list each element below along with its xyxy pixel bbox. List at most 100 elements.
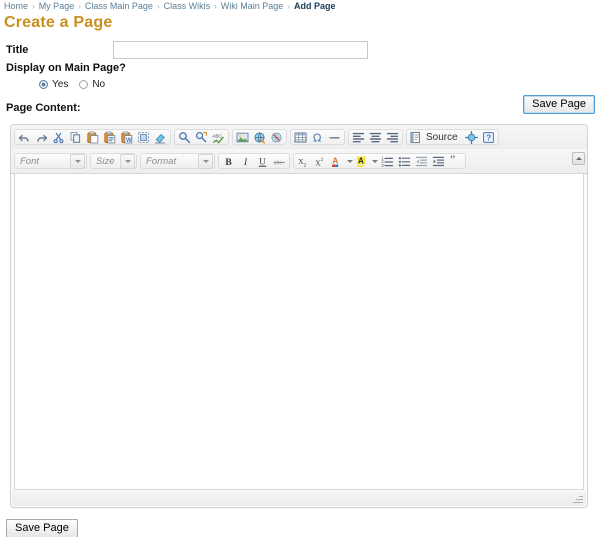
svg-text:?: ? <box>486 133 491 142</box>
size-select-value: Size <box>96 155 115 167</box>
breadcrumb-item-class-wikis[interactable]: Class Wikis <box>164 1 211 11</box>
select-all-icon[interactable] <box>135 130 152 145</box>
strikethrough-icon[interactable]: abc <box>271 154 288 169</box>
breadcrumb-separator: › <box>78 2 81 11</box>
background-color-dropdown-arrow[interactable] <box>371 154 379 169</box>
image-icon[interactable] <box>234 130 251 145</box>
bold-icon[interactable]: B <box>220 154 237 169</box>
breadcrumb-separator: › <box>156 2 160 11</box>
toolbar-group-6: Source? <box>406 129 499 145</box>
table-icon[interactable] <box>292 130 309 145</box>
svg-text:Ω: Ω <box>313 131 321 143</box>
editor-content-frame <box>14 173 584 490</box>
format-select-value: Format <box>146 155 177 167</box>
editor-status-bar <box>12 491 586 506</box>
source-label: Source <box>426 131 458 143</box>
display-on-main-page-label: Display on Main Page? <box>6 62 126 74</box>
italic-icon[interactable]: I <box>237 154 254 169</box>
chevron-down-icon[interactable] <box>70 153 85 169</box>
toolbar-group-5 <box>348 129 403 145</box>
remove-format-icon[interactable] <box>152 130 169 145</box>
breadcrumb-separator: › <box>287 2 290 11</box>
radio-no[interactable] <box>79 80 89 89</box>
toolbar-collapse-button[interactable] <box>572 152 585 165</box>
subscript-icon[interactable]: X2 <box>295 154 312 169</box>
svg-text:abc: abc <box>274 160 283 166</box>
svg-text:2: 2 <box>321 158 324 163</box>
toolbar-group-2: ABC <box>174 129 229 145</box>
svg-text:W: W <box>126 138 132 144</box>
link-icon[interactable] <box>251 130 268 145</box>
text-color-icon[interactable]: A <box>329 154 346 169</box>
display-on-main-page-radio-group: Yes No <box>39 79 116 90</box>
svg-text:A: A <box>358 156 364 165</box>
outdent-icon[interactable] <box>413 154 430 169</box>
breadcrumb-item-add-page: Add Page <box>293 1 336 11</box>
svg-text:3: 3 <box>381 162 384 167</box>
format-select[interactable]: Format <box>140 153 215 169</box>
toolbar-group-3 <box>232 129 287 145</box>
breadcrumb-item-my-page[interactable]: My Page <box>39 1 75 11</box>
source-button[interactable]: Source <box>408 130 463 145</box>
align-center-icon[interactable] <box>367 130 384 145</box>
svg-text:”: ” <box>450 155 455 166</box>
superscript-icon[interactable]: X2 <box>312 154 329 169</box>
bulleted-list-icon[interactable] <box>396 154 413 169</box>
svg-text:2: 2 <box>304 163 307 167</box>
radio-yes[interactable] <box>39 80 48 89</box>
undo-icon[interactable] <box>16 130 33 145</box>
rich-text-editor: W ABC Ω Source? Font Size Format B I Uabc X 2 X 2 A A 1… <box>10 124 588 508</box>
page-content-label: Page Content: <box>6 102 81 114</box>
breadcrumb-separator: › <box>214 2 217 11</box>
editor-toolbar-row-1: W ABC Ω Source? <box>11 125 587 149</box>
paste-icon[interactable] <box>84 130 101 145</box>
breadcrumb-item-class-main-page[interactable]: Class Main Page <box>85 1 153 11</box>
cut-icon[interactable] <box>50 130 67 145</box>
editor-content-body[interactable] <box>15 174 583 489</box>
save-page-button-top[interactable]: Save Page <box>523 95 595 114</box>
unlink-icon[interactable] <box>268 130 285 145</box>
horizontal-rule-icon[interactable] <box>326 130 343 145</box>
toolbar-group-4: Ω <box>290 129 345 145</box>
editor-resize-grip[interactable] <box>572 493 583 504</box>
font-select[interactable]: Font <box>14 153 87 169</box>
breadcrumb: Home › My Page › Class Main Page › Class Wikis… <box>4 1 336 12</box>
toolbar-group-1: B I Uabc <box>218 153 290 169</box>
indent-icon[interactable] <box>430 154 447 169</box>
text-color-dropdown-arrow[interactable] <box>346 154 354 169</box>
size-select[interactable]: Size <box>90 153 137 169</box>
spellcheck-icon[interactable]: ABC <box>210 130 227 145</box>
svg-text:A: A <box>332 156 338 165</box>
svg-text:U: U <box>259 156 266 166</box>
font-select-value: Font <box>20 155 40 167</box>
svg-text:ABC: ABC <box>212 133 222 138</box>
align-right-icon[interactable] <box>384 130 401 145</box>
copy-icon[interactable] <box>67 130 84 145</box>
blockquote-icon[interactable]: ” <box>447 154 464 169</box>
underline-icon[interactable]: U <box>254 154 271 169</box>
svg-text:B: B <box>225 158 232 168</box>
chevron-down-icon[interactable] <box>198 153 213 169</box>
title-input[interactable] <box>113 41 368 59</box>
breadcrumb-item-wiki-main-page[interactable]: Wiki Main Page <box>221 1 284 11</box>
save-page-button-bottom[interactable]: Save Page <box>6 519 78 537</box>
align-left-icon[interactable] <box>350 130 367 145</box>
breadcrumb-item-home[interactable]: Home <box>4 1 28 11</box>
maximize-icon[interactable] <box>463 130 480 145</box>
background-color-icon[interactable]: A <box>354 154 371 169</box>
paste-text-icon[interactable] <box>101 130 118 145</box>
page-title: Create a Page <box>4 14 113 31</box>
special-char-icon[interactable]: Ω <box>309 130 326 145</box>
paste-word-icon[interactable]: W <box>118 130 135 145</box>
about-icon[interactable]: ? <box>480 130 497 145</box>
breadcrumb-separator: › <box>32 2 35 11</box>
toolbar-group-1: W <box>14 129 171 145</box>
replace-icon[interactable] <box>193 130 210 145</box>
find-icon[interactable] <box>176 130 193 145</box>
toolbar-group-2: X 2 X 2 A A 1 2 3” <box>293 153 466 169</box>
redo-icon[interactable] <box>33 130 50 145</box>
format-button-groups: B I Uabc X 2 X 2 A A 1 2 3” <box>218 153 466 169</box>
chevron-down-icon[interactable] <box>120 153 135 169</box>
numbered-list-icon[interactable]: 123 <box>379 154 396 169</box>
title-label: Title <box>6 44 29 56</box>
